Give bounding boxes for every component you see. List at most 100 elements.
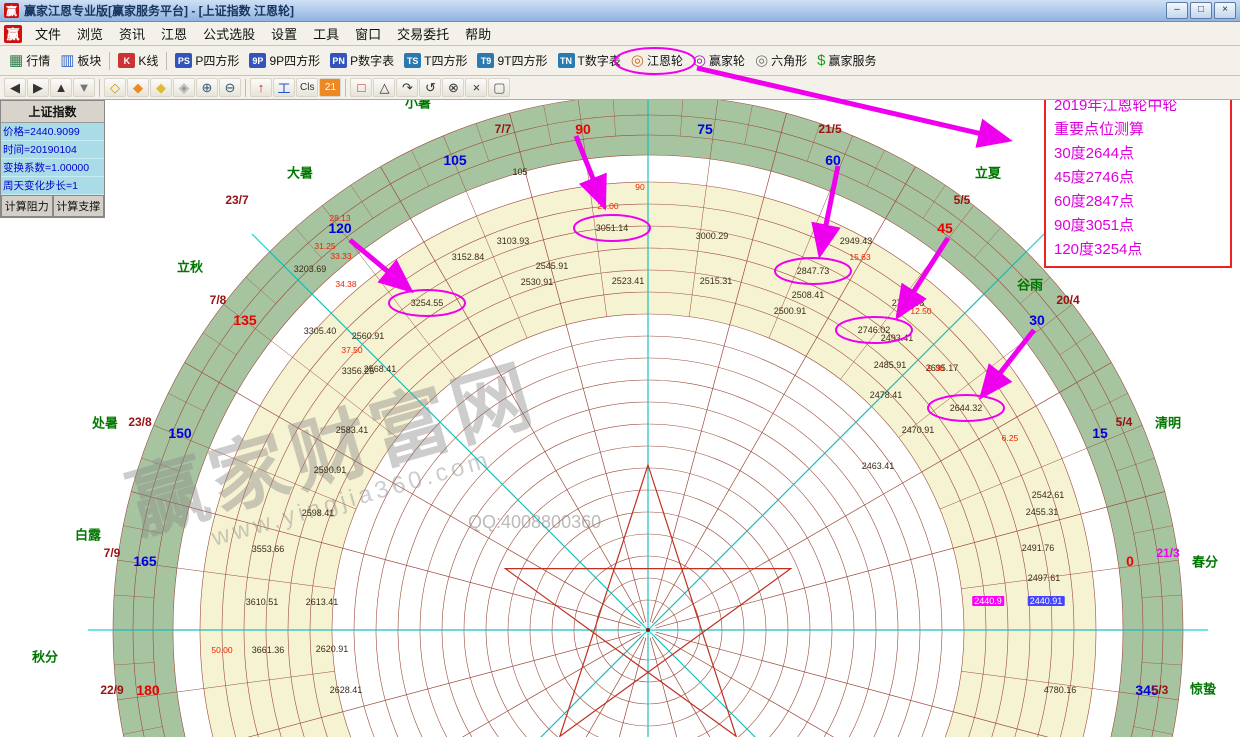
main-toolbar: ▦行情▥板块KK线PSP四方形9P9P四方形PNP数字表TST四方形T99T四方… (0, 46, 1240, 76)
toolbar-button-T四方形[interactable]: TST四方形 (399, 49, 472, 72)
p-number-table-icon: PN (330, 53, 347, 68)
toolbar-button-六角形[interactable]: ◎六角形 (750, 49, 812, 72)
minimize-button[interactable]: – (1166, 2, 1188, 19)
t-ruler-icon[interactable]: 工 (273, 78, 295, 97)
toolbar-separator (109, 52, 110, 70)
window-title: 赢家江恩专业版[赢家服务平台] - [上证指数 江恩轮] (24, 2, 1166, 19)
toolbar-button-label: 赢家轮 (709, 52, 745, 69)
toolbar-button-K线[interactable]: KK线 (113, 49, 163, 72)
filter-funnel-icon[interactable]: ▼ (73, 78, 95, 97)
9p-square-icon: 9P (249, 53, 266, 68)
t-square-icon: TS (404, 53, 421, 68)
toolbar-button-9T四方形[interactable]: T99T四方形 (472, 49, 552, 72)
menu-item-窗口[interactable]: 窗口 (347, 22, 389, 45)
menu-item-工具[interactable]: 工具 (305, 22, 347, 45)
t-number-table-icon: TN (558, 53, 575, 68)
up-triangle-icon[interactable]: ▲ (50, 78, 72, 97)
9t-square-icon: T9 (477, 53, 494, 68)
menu-item-设置[interactable]: 设置 (263, 22, 305, 45)
info-row: 时间=20190104 (1, 141, 104, 159)
diamond-orange-icon[interactable]: ◆ (127, 78, 149, 97)
arc-tool-icon[interactable]: ↷ (396, 78, 418, 97)
toolbar-button-label: T四方形 (424, 52, 467, 69)
triangle-tool-icon[interactable]: △ (373, 78, 395, 97)
annotation-line: 120度3254点 (1054, 238, 1222, 262)
sectors-icon: ▥ (60, 53, 74, 68)
toolbar-separator (166, 52, 167, 70)
toolbar-separator (99, 79, 100, 97)
rect-tool-icon[interactable]: □ (350, 78, 372, 97)
toolbar-button-T数字表[interactable]: TNT数字表 (553, 49, 626, 72)
toolbar-button-江恩轮[interactable]: ◎江恩轮 (626, 49, 688, 72)
toolbar-separator (245, 79, 246, 97)
zoom-in-icon[interactable]: ⊕ (196, 78, 218, 97)
diamond-outline-icon[interactable]: ◇ (104, 78, 126, 97)
toolbar-button-板块[interactable]: ▥板块 (55, 49, 106, 72)
toolbar-button-label: 9T四方形 (497, 52, 547, 69)
info-row: 价格=2440.9099 (1, 123, 104, 141)
toolbar-button-label: K线 (138, 52, 158, 69)
service-icon: $ (817, 53, 825, 68)
toolbar-button-9P四方形[interactable]: 9P9P四方形 (244, 49, 325, 72)
diamond-half-icon[interactable]: ◈ (173, 78, 195, 97)
calendar-21-icon[interactable]: 21 (319, 78, 341, 97)
gann-wheel-icon: ◎ (631, 53, 644, 68)
menu-item-交易委托[interactable]: 交易委托 (389, 22, 457, 45)
toolbar-button-label: 江恩轮 (647, 52, 683, 69)
toolbar-button-label: 行情 (26, 52, 50, 69)
menu-bar: 赢 文件浏览资讯江恩公式选股设置工具窗口交易委托帮助 (0, 22, 1240, 46)
toolbar-button-label: T数字表 (578, 52, 621, 69)
drawing-toolbar: ◀▶▲▼◇◆◆◈⊕⊖↑工Cls21□△↷↺⊗×▢ (0, 76, 1240, 100)
red-up-arrow-icon[interactable]: ↑ (250, 78, 272, 97)
menu-item-江恩[interactable]: 江恩 (153, 22, 195, 45)
info-row: 变换系数=1.00000 (1, 159, 104, 177)
toolbar-button-label: P数字表 (350, 52, 394, 69)
annotation-line: 60度2847点 (1054, 190, 1222, 214)
toolbar-button-label: 赢家服务 (829, 52, 877, 69)
app-icon: 赢 (4, 3, 19, 18)
stock-name: 上证指数 (1, 101, 104, 123)
toolbar-button-P四方形[interactable]: PSP四方形 (170, 49, 244, 72)
menu-items: 文件浏览资讯江恩公式选股设置工具窗口交易委托帮助 (27, 22, 499, 45)
annotation-line: 90度3051点 (1054, 214, 1222, 238)
annotation-box: 2019年江恩轮中轮重要点位测算30度2644点45度2746点60度2847点… (1044, 88, 1232, 268)
quotes-grid-icon: ▦ (9, 53, 23, 68)
menu-item-帮助[interactable]: 帮助 (457, 22, 499, 45)
annotation-line: 30度2644点 (1054, 142, 1222, 166)
button-计算支撑[interactable]: 计算支撑 (53, 195, 105, 217)
toolbar-button-label: P四方形 (195, 52, 239, 69)
stock-info-panel: 上证指数 价格=2440.9099时间=20190104变换系数=1.00000… (0, 100, 105, 218)
circle-x-tool-icon[interactable]: ⊗ (442, 78, 464, 97)
info-row: 周天变化步长=1 (1, 177, 104, 195)
winner-wheel-icon: ◎ (693, 53, 706, 68)
window-controls: –□× (1166, 2, 1236, 19)
zoom-out-icon[interactable]: ⊖ (219, 78, 241, 97)
toolbar-button-行情[interactable]: ▦行情 (4, 49, 55, 72)
menu-item-浏览[interactable]: 浏览 (69, 22, 111, 45)
menu-item-文件[interactable]: 文件 (27, 22, 69, 45)
select-rect-tool-icon[interactable]: ▢ (488, 78, 510, 97)
diamond-gold-icon[interactable]: ◆ (150, 78, 172, 97)
toolbar-button-P数字表[interactable]: PNP数字表 (325, 49, 399, 72)
maximize-button[interactable]: □ (1190, 2, 1212, 19)
back-icon[interactable]: ◀ (4, 78, 26, 97)
hexagon-icon: ◎ (755, 53, 768, 68)
rotate-tool-icon[interactable]: ↺ (419, 78, 441, 97)
annotation-line: 重要点位测算 (1054, 118, 1222, 142)
menu-item-资讯[interactable]: 资讯 (111, 22, 153, 45)
annotation-line: 45度2746点 (1054, 166, 1222, 190)
title-bar: 赢 赢家江恩专业版[赢家服务平台] - [上证指数 江恩轮] –□× (0, 0, 1240, 22)
kline-icon: K (118, 53, 135, 68)
cls-button[interactable]: Cls (296, 78, 318, 97)
x-tool-icon[interactable]: × (465, 78, 487, 97)
button-计算阻力[interactable]: 计算阻力 (1, 195, 53, 217)
toolbar-button-赢家轮[interactable]: ◎赢家轮 (688, 49, 750, 72)
toolbar-button-赢家服务[interactable]: $ 赢家服务 (812, 49, 881, 72)
brand-logo-icon: 赢 (4, 25, 22, 43)
menu-item-公式选股[interactable]: 公式选股 (195, 22, 263, 45)
toolbar-separator (345, 79, 346, 97)
toolbar-button-label: 9P四方形 (269, 52, 320, 69)
toolbar-button-label: 板块 (77, 52, 101, 69)
forward-icon[interactable]: ▶ (27, 78, 49, 97)
close-button[interactable]: × (1214, 2, 1236, 19)
